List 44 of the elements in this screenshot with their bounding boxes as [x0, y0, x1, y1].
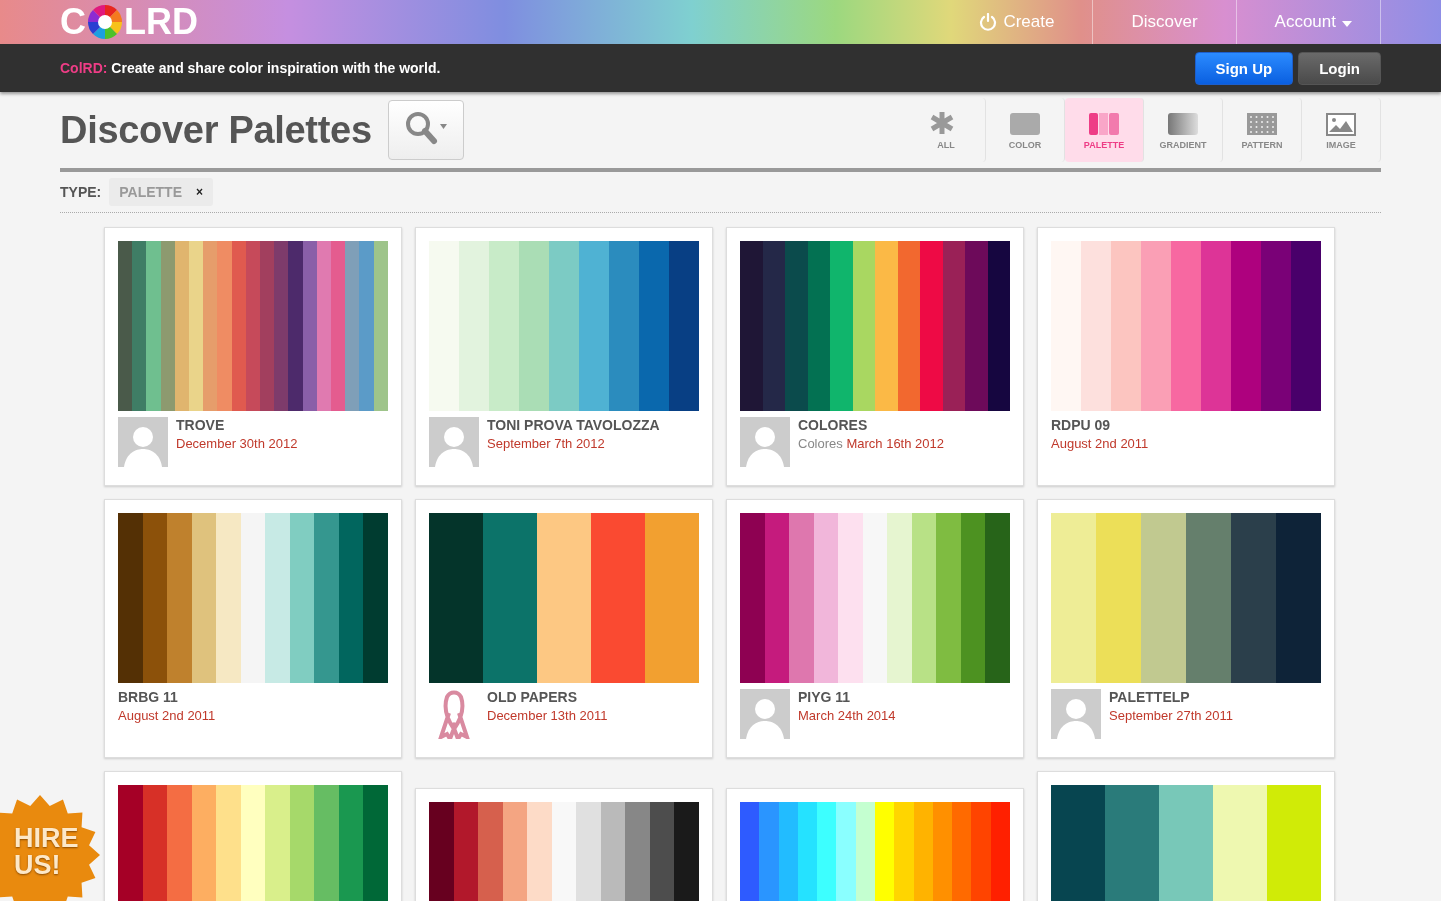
palette-date: December 30th 2012 [176, 436, 298, 451]
palette-date: December 13th 2011 [487, 708, 608, 723]
avatar-icon [740, 689, 790, 739]
palette-date: August 2nd 2011 [118, 708, 216, 723]
color-type-icon [1009, 110, 1041, 137]
palette-card[interactable]: PIYG 11 March 24th 2014 [726, 499, 1024, 758]
tagline: ColRD: Create and share color inspiration with the world. [60, 60, 441, 76]
pattern-type-icon [1246, 110, 1278, 137]
avatar-icon [1051, 689, 1101, 739]
palette-title[interactable]: TROVE [176, 417, 298, 433]
palette-card[interactable]: BRBG 11 August 2nd 2011 [104, 499, 402, 758]
palette-title[interactable]: OLD PAPERS [487, 689, 608, 705]
palette-card[interactable]: TROVE December 30th 2012 [104, 227, 402, 486]
sign-up-button[interactable]: Sign Up [1194, 51, 1294, 85]
search-button[interactable] [387, 100, 464, 160]
login-button[interactable]: Login [1298, 51, 1381, 85]
palette-title[interactable]: BRBG 11 [118, 689, 216, 705]
palette-date: Colores March 16th 2012 [798, 436, 944, 451]
page-title: Discover Palettes [60, 108, 372, 152]
palette-date: September 7th 2012 [487, 436, 606, 451]
palette-title[interactable]: TONI PROVA TAVOLOZZA [487, 417, 660, 433]
avatar-icon [118, 417, 168, 467]
palette-title[interactable]: RDPU 09 [1051, 417, 1149, 433]
palette-title[interactable]: COLORES [798, 417, 944, 433]
palette-title[interactable]: PALETTELP [1109, 689, 1234, 705]
palette-card[interactable]: TONI PROVA TAVOLOZZA September 7th 2012 [415, 227, 713, 486]
gradient-type-icon [1167, 110, 1199, 137]
palette-title[interactable]: PIYG 11 [798, 689, 896, 705]
palette-card[interactable]: RDPU 09 August 2nd 2011 [1037, 227, 1335, 486]
remove-filter-button[interactable]: × [196, 185, 203, 199]
palette-date: August 2nd 2011 [1051, 436, 1149, 451]
power-icon [979, 13, 998, 31]
image-type-icon [1325, 110, 1357, 137]
filter-chip: PALETTE × [109, 178, 213, 206]
palette-card[interactable]: OLD PAPERS December 13th 2011 [415, 499, 713, 758]
palette-card[interactable]: PALETTELP September 27th 2011 [1037, 499, 1335, 758]
palette-date: September 27th 2011 [1109, 708, 1234, 723]
filter-label: TYPE: [60, 184, 102, 200]
palette-type-icon [1088, 110, 1120, 137]
palette-card[interactable]: COLORES Colores March 16th 2012 [726, 227, 1024, 486]
color-wheel-icon [87, 4, 123, 40]
palette-date: March 24th 2014 [798, 708, 896, 723]
avatar-icon [740, 417, 790, 467]
avatar-icon [429, 417, 479, 467]
